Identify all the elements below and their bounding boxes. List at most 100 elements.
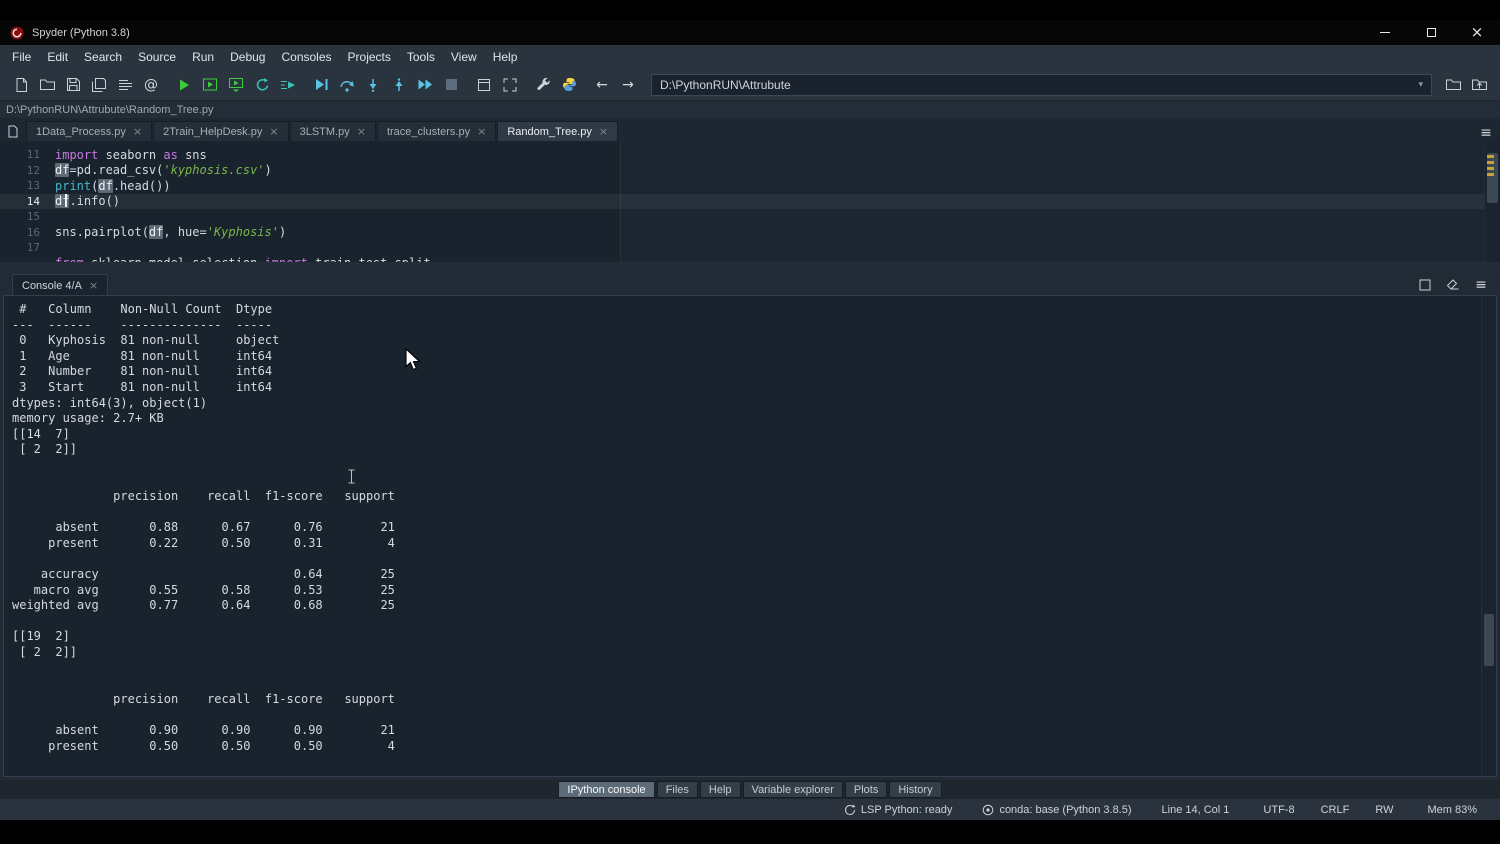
find-symbols-icon[interactable]: @ [138,72,164,98]
close-icon: × [1471,25,1484,40]
conda-icon [982,804,994,816]
step-out-icon[interactable] [386,72,412,98]
editor-line: 13 print(df.head()) [0,178,1500,194]
pane-splitter[interactable] [0,262,1500,270]
step-over-icon[interactable] [334,72,360,98]
minimize-button[interactable] [1362,20,1408,45]
permissions-status: RW [1375,804,1393,816]
tab-ipython-console[interactable]: IPython console [558,781,654,798]
tab-close-icon[interactable]: × [133,126,142,137]
browse-working-directory-icon[interactable] [1440,72,1466,98]
maximize-pane-icon[interactable] [471,72,497,98]
console-output-text: # Column Non-Null Count Dtype --- ------… [4,296,1496,754]
lsp-status: LSP Python: ready [844,804,953,816]
menu-item-edit[interactable]: Edit [39,45,76,69]
editor-line: 15 [0,209,1500,225]
editor-tab-random-tree[interactable]: Random_Tree.py × [497,121,618,141]
menu-item-projects[interactable]: Projects [340,45,399,69]
tab-close-icon[interactable]: × [269,126,278,137]
code-token: ) [279,225,286,239]
debug-continue-icon[interactable] [412,72,438,98]
tab-close-icon[interactable]: × [477,126,486,137]
menu-item-run[interactable]: Run [184,45,222,69]
menu-item-view[interactable]: View [443,45,485,69]
navigate-forward-icon[interactable]: → [615,72,641,98]
navigate-back-icon[interactable]: ← [589,72,615,98]
code-token: seaborn [98,148,163,162]
maximize-button[interactable] [1408,20,1454,45]
tab-close-icon[interactable]: × [357,126,366,137]
code-token: .head()) [113,179,171,193]
pythonpath-manager-icon[interactable] [556,72,582,98]
menu-item-help[interactable]: Help [485,45,526,69]
menu-item-search[interactable]: Search [76,45,130,69]
close-button[interactable]: × [1454,20,1500,45]
code-editor[interactable]: 11 import seaborn as sns 12 df=pd.read_c… [0,141,1500,262]
console-tab[interactable]: Console 4/A × [12,274,108,296]
cursor-position-status: Line 14, Col 1 [1162,804,1230,816]
file-list-icon[interactable] [0,121,26,141]
working-directory-combobox[interactable]: D:\PythonRUN\Attrubute ▾ [651,74,1432,96]
interrupt-kernel-icon[interactable] [1416,276,1434,294]
lsp-status-text: LSP Python: ready [861,804,953,816]
run-cell-advance-icon[interactable] [223,72,249,98]
code-token: sns.pairplot( [55,225,149,239]
editor-tab-3lstm[interactable]: 3LSTM.py × [290,121,376,141]
encoding-status: UTF-8 [1263,804,1294,816]
tab-help[interactable]: Help [700,781,741,798]
menu-item-consoles[interactable]: Consoles [273,45,339,69]
editor-tab-1data-process[interactable]: 1Data_Process.py × [26,121,152,141]
line-number: 14 [0,195,55,208]
spyder-app-icon [10,26,24,40]
code-token: df [55,163,69,177]
menu-item-tools[interactable]: Tools [399,45,443,69]
tab-label: trace_clusters.py [387,126,470,138]
open-file-icon[interactable] [34,72,60,98]
rerun-cell-icon[interactable] [249,72,275,98]
preferences-wrench-icon[interactable] [530,72,556,98]
occurrence-flag [1487,173,1494,176]
menu-bar: File Edit Search Source Run Debug Consol… [0,45,1500,69]
breadcrumb: D:\PythonRUN\Attrubute\Random_Tree.py [6,104,213,116]
tab-files[interactable]: Files [657,781,698,798]
debug-file-icon[interactable] [308,72,334,98]
save-icon[interactable] [60,72,86,98]
menu-item-file[interactable]: File [4,45,39,69]
new-file-icon[interactable] [8,72,34,98]
editor-scrollbar[interactable] [1484,141,1500,262]
tab-variable-explorer[interactable]: Variable explorer [743,781,843,798]
console-tab-bar: Console 4/A × ≡ [0,270,1500,296]
console-options-menu-icon[interactable]: ≡ [1472,276,1490,294]
file-switcher-icon[interactable] [112,72,138,98]
console-scrollbar[interactable] [1481,296,1496,776]
console-scrollbar-handle[interactable] [1484,614,1494,666]
tab-close-icon[interactable]: × [599,126,608,137]
run-file-icon[interactable] [171,72,197,98]
editor-tab-2train-helpdesk[interactable]: 2Train_HelpDesk.py × [153,121,288,141]
tab-close-icon[interactable]: × [89,280,98,291]
fullscreen-icon[interactable] [497,72,523,98]
step-into-icon[interactable] [360,72,386,98]
menu-item-debug[interactable]: Debug [222,45,273,69]
save-all-icon[interactable] [86,72,112,98]
bottom-pane-tabs: IPython console Files Help Variable expl… [0,780,1500,799]
code-token: 'Kyphosis' [207,225,279,239]
memory-status: Mem 83% [1427,804,1477,816]
file-path-bar: D:\PythonRUN\Attrubute\Random_Tree.py [0,101,1500,118]
editor-line: 11 import seaborn as sns [0,147,1500,163]
stop-debug-icon[interactable] [438,72,464,98]
run-selection-icon[interactable] [275,72,301,98]
browse-tabs-menu-icon[interactable]: ≡ [1472,125,1500,141]
remove-variables-icon[interactable] [1444,276,1462,294]
tab-plots[interactable]: Plots [845,781,887,798]
console-output[interactable]: # Column Non-Null Count Dtype --- ------… [3,295,1497,777]
occurrence-flag [1487,155,1494,158]
tab-history[interactable]: History [889,781,941,798]
editor-tab-trace-clusters[interactable]: trace_clusters.py × [377,121,496,141]
parent-directory-icon[interactable] [1466,72,1492,98]
menu-item-source[interactable]: Source [130,45,184,69]
run-cell-icon[interactable] [197,72,223,98]
lsp-refresh-icon [844,804,856,816]
editor-tab-bar: 1Data_Process.py × 2Train_HelpDesk.py × … [0,118,1500,141]
tab-label: Files [666,784,689,796]
